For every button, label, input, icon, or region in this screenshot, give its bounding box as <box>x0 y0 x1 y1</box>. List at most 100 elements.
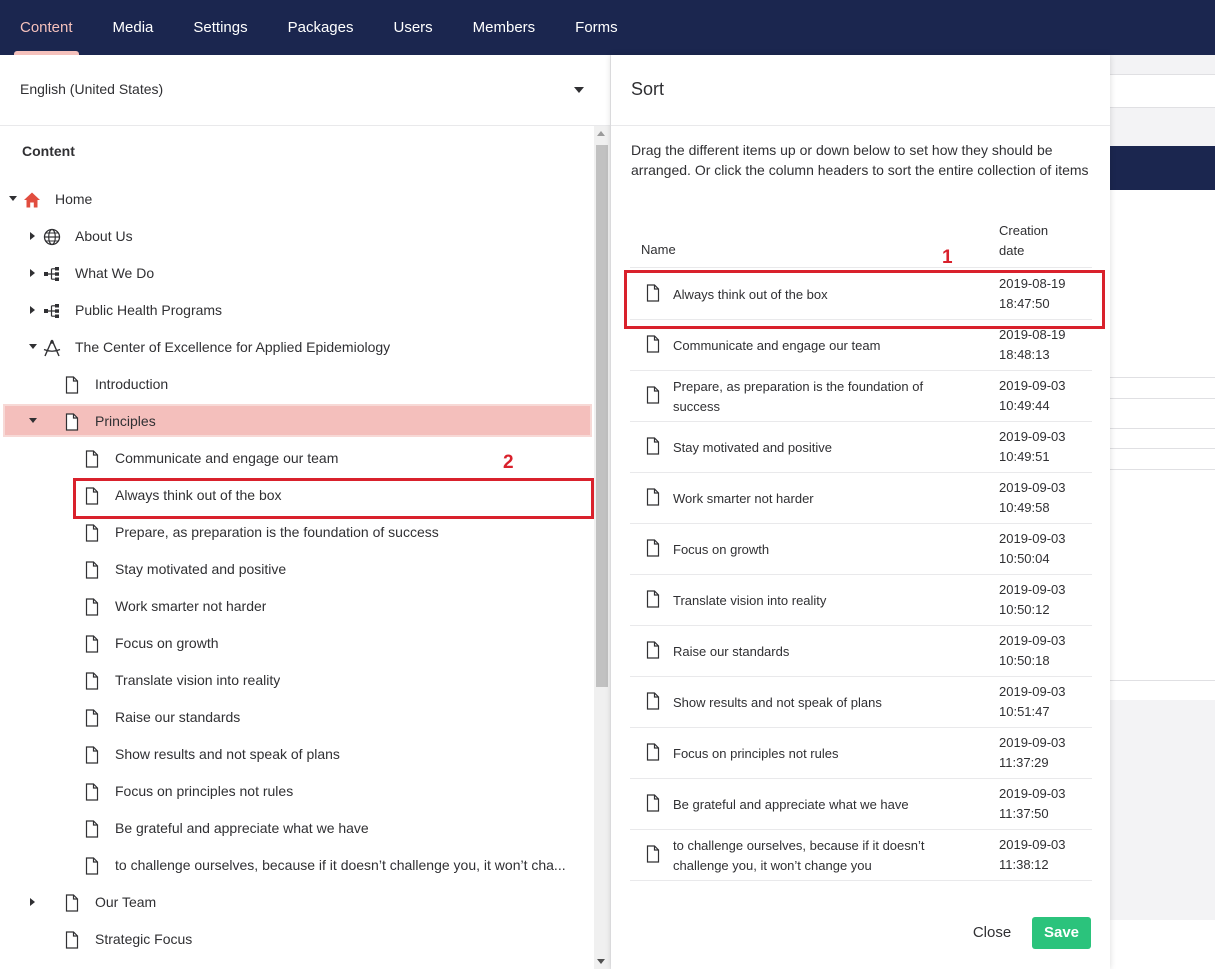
divider <box>1110 398 1215 399</box>
sort-row-name: Stay motivated and positive <box>673 440 832 455</box>
document-icon <box>85 857 99 875</box>
nav-item-packages[interactable]: Packages <box>288 0 354 55</box>
document-icon <box>85 672 99 690</box>
divider <box>1110 428 1215 429</box>
sort-row[interactable]: to challenge ourselves, because if it do… <box>630 830 1092 881</box>
tree-node-label: About Us <box>75 228 133 244</box>
tree-node[interactable]: Introduction <box>0 366 594 403</box>
scroll-up-icon[interactable] <box>597 131 605 136</box>
sort-row[interactable]: Focus on growth 2019-09-03 10:50:04 <box>630 524 1092 575</box>
tree-node-label: Show results and not speak of plans <box>115 746 340 762</box>
document-icon <box>85 635 99 653</box>
close-button[interactable]: Close <box>967 917 1017 949</box>
tree-node[interactable]: Show results and not speak of plans <box>0 736 594 773</box>
annotation-box-2 <box>73 478 594 519</box>
annotation-box-1 <box>624 270 1105 329</box>
tree-node-label: Public Health Programs <box>75 302 223 318</box>
caret-down-icon[interactable] <box>9 196 17 201</box>
tree-node-label: Introduction <box>95 376 169 392</box>
nav-item-members[interactable]: Members <box>473 0 536 55</box>
caret-down-icon[interactable] <box>29 344 37 349</box>
caret-right-icon[interactable] <box>30 898 35 906</box>
sort-row-date: 2019-09-03 10:51:47 <box>999 684 1066 719</box>
tree-section-title: Content <box>22 143 75 159</box>
language-select-value: English (United States) <box>20 81 164 97</box>
tree-node[interactable]: Focus on growth <box>0 625 594 662</box>
tree-node[interactable]: The Center of Excellence for Applied Epi… <box>0 329 594 366</box>
top-navigation: Content Media Settings Packages Users Members… <box>0 0 1215 55</box>
background-content <box>1110 190 1215 700</box>
divider <box>611 125 1110 126</box>
nav-item-users[interactable]: Users <box>393 0 432 55</box>
dialog-title: Sort <box>631 79 665 99</box>
tree-node[interactable]: Prepare, as preparation is the foundatio… <box>0 514 594 551</box>
annotation-marker-2: 2 <box>503 452 514 473</box>
tree-node[interactable]: Focus on principles not rules <box>0 773 594 810</box>
sort-row-date: 2019-08-19 18:48:13 <box>999 327 1066 362</box>
caret-right-icon[interactable] <box>30 232 35 240</box>
caret-right-icon[interactable] <box>30 306 35 314</box>
sort-row-date: 2019-09-03 11:37:50 <box>999 786 1066 821</box>
caret-down-icon <box>574 87 584 93</box>
document-icon <box>65 413 79 431</box>
sort-row[interactable]: Be grateful and appreciate what we have 2… <box>630 779 1092 830</box>
tree-node-label: Strategic Focus <box>95 931 193 947</box>
tree-node[interactable]: Strategic Focus <box>0 921 594 958</box>
nav-item-content[interactable]: Content <box>14 0 79 55</box>
document-icon <box>85 561 99 579</box>
tree-node[interactable]: Be grateful and appreciate what we have <box>0 810 594 847</box>
nav-item-media[interactable]: Media <box>113 0 154 55</box>
caret-down-icon[interactable] <box>29 418 37 423</box>
sitemap-icon <box>43 265 61 283</box>
tree-node[interactable]: Raise our standards <box>0 699 594 736</box>
document-icon <box>85 783 99 801</box>
tree-node[interactable]: Stay motivated and positive <box>0 551 594 588</box>
sort-row-name: Communicate and engage our team <box>673 338 881 353</box>
tree-node[interactable]: Public Health Programs <box>0 292 594 329</box>
sort-row[interactable]: Raise our standards 2019-09-03 10:50:18 <box>630 626 1092 677</box>
save-button[interactable]: Save <box>1032 917 1091 949</box>
tree-node[interactable]: Work smarter not harder <box>0 588 594 625</box>
document-icon <box>65 376 79 394</box>
tree-node[interactable]: About Us <box>0 218 594 255</box>
document-icon <box>85 709 99 727</box>
divider <box>1110 469 1215 470</box>
sort-table-header: Name Creation date <box>630 210 1092 268</box>
nav-item-forms[interactable]: Forms <box>575 0 618 55</box>
sort-row-date: 2019-09-03 11:37:29 <box>999 735 1066 770</box>
sort-row[interactable]: Stay motivated and positive 2019-09-03 10… <box>630 422 1092 473</box>
divider <box>1110 448 1215 449</box>
divider <box>1110 377 1215 378</box>
sort-row[interactable]: Work smarter not harder 2019-09-03 10:49:… <box>630 473 1092 524</box>
tree-scrollbar-thumb[interactable] <box>596 145 608 687</box>
tree-node[interactable]: to challenge ourselves, because if it do… <box>0 847 594 884</box>
scroll-down-icon[interactable] <box>597 959 605 964</box>
document-icon <box>85 450 99 468</box>
sort-row[interactable]: Show results and not speak of plans 2019-… <box>630 677 1092 728</box>
document-icon <box>646 488 660 506</box>
column-header-name[interactable]: Name <box>641 242 676 257</box>
tree-node[interactable]: Our Team <box>0 884 594 921</box>
column-header-creation-date[interactable]: Creation date <box>999 221 1069 261</box>
tree-node[interactable]: Home <box>0 181 594 218</box>
document-icon <box>646 845 660 863</box>
tree-node-label: Stay motivated and positive <box>115 561 287 577</box>
tree-node-label: Principles <box>95 413 156 429</box>
sort-row-date: 2019-09-03 10:49:44 <box>999 378 1066 413</box>
tree-node[interactable]: Principles <box>0 403 594 440</box>
tree-node[interactable]: What We Do <box>0 255 594 292</box>
home-icon <box>23 191 41 209</box>
nav-item-settings[interactable]: Settings <box>193 0 247 55</box>
background-field <box>1110 74 1215 107</box>
sort-row[interactable]: Prepare, as preparation is the foundatio… <box>630 371 1092 422</box>
sort-row[interactable]: Focus on principles not rules 2019-09-03 … <box>630 728 1092 779</box>
caret-right-icon[interactable] <box>30 269 35 277</box>
tree-node[interactable]: Translate vision into reality <box>0 662 594 699</box>
tree-node-label: Home <box>55 191 93 207</box>
language-select[interactable]: English (United States) <box>0 55 610 126</box>
tree-node-label: Raise our standards <box>115 709 241 725</box>
sort-row-name: Show results and not speak of plans <box>673 695 882 710</box>
document-icon <box>646 335 660 353</box>
sort-row[interactable]: Translate vision into reality 2019-09-03 … <box>630 575 1092 626</box>
globe-icon <box>43 228 61 246</box>
